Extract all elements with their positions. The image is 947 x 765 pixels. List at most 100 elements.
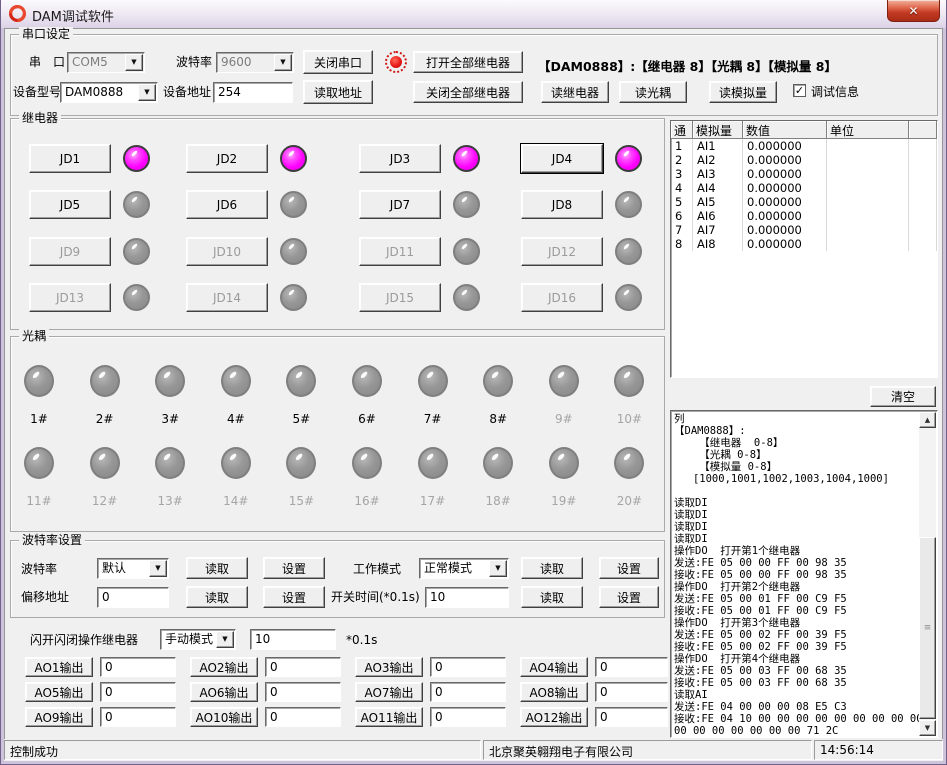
relay-button-jd4[interactable]: JD4 xyxy=(521,144,603,173)
opto-channel-6: 6# xyxy=(334,365,400,426)
read-opto-button[interactable]: 读光耦 xyxy=(619,81,687,103)
analog-col-header-0[interactable]: 通 xyxy=(671,121,693,139)
work-mode-set-button[interactable]: 设置 xyxy=(599,557,659,579)
ao-button-6[interactable]: AO6输出 xyxy=(190,682,258,702)
analog-col-header-2[interactable]: 数值 xyxy=(743,121,827,139)
relay-button-jd5[interactable]: JD5 xyxy=(29,190,111,219)
switch-time-input[interactable]: 10 xyxy=(425,587,509,608)
opto-label: 6# xyxy=(334,412,400,426)
analog-cell xyxy=(909,223,937,237)
status-time: 14:56:14 xyxy=(814,740,943,760)
offset-address-input[interactable]: 0 xyxy=(97,587,169,608)
relay-button-jd6[interactable]: JD6 xyxy=(186,190,268,219)
scroll-down-button[interactable]: ▼ xyxy=(919,720,936,736)
read-address-button[interactable]: 读取地址 xyxy=(303,80,373,104)
ao-button-7[interactable]: AO7输出 xyxy=(355,682,423,702)
relay-button-jd13[interactable]: JD13 xyxy=(29,283,111,312)
offset-set-button[interactable]: 设置 xyxy=(263,586,325,608)
port-select[interactable]: COM5 ▼ xyxy=(67,52,145,73)
close-button[interactable]: ✕ xyxy=(887,0,940,22)
ao-input-6[interactable]: 0 xyxy=(265,682,341,702)
relay-button-jd7[interactable]: JD7 xyxy=(359,190,441,219)
ao-input-3[interactable]: 0 xyxy=(430,657,506,677)
ao-input-12[interactable]: 0 xyxy=(595,707,668,727)
work-mode-read-button[interactable]: 读取 xyxy=(521,557,583,579)
relay-button-jd16[interactable]: JD16 xyxy=(521,283,603,312)
close-all-relays-button[interactable]: 关闭全部继电器 xyxy=(413,81,523,103)
ao-input-4[interactable]: 0 xyxy=(595,657,668,677)
relay-button-jd3[interactable]: JD3 xyxy=(359,144,441,173)
ao-button-9[interactable]: AO9输出 xyxy=(25,707,93,727)
log-panel[interactable]: 列 【DAM0888】: 【继电器 0-8】 【光耦 0-8】 【模拟量 0-8… xyxy=(670,410,938,738)
scrollbar-thumb[interactable]: ≡ xyxy=(919,537,936,719)
ao-button-1[interactable]: AO1输出 xyxy=(25,657,93,677)
ao-button-4[interactable]: AO4输出 xyxy=(520,657,588,677)
baud-read-button[interactable]: 读取 xyxy=(186,557,248,579)
relay-led-jd11 xyxy=(453,238,480,265)
address-input[interactable]: 254 xyxy=(213,82,293,103)
ao-button-11[interactable]: AO11输出 xyxy=(355,707,423,727)
baud-set-button[interactable]: 设置 xyxy=(263,557,325,579)
analog-col-header-1[interactable]: 模拟量 xyxy=(693,121,743,139)
switch-time-set-button[interactable]: 设置 xyxy=(599,586,659,608)
relay-button-jd9[interactable]: JD9 xyxy=(29,237,111,266)
flash-mode-select[interactable]: 手动模式 ▼ xyxy=(160,629,236,650)
relay-button-jd11[interactable]: JD11 xyxy=(359,237,441,266)
serial-group-title: 串口设定 xyxy=(19,27,73,41)
ao-input-5[interactable]: 0 xyxy=(100,682,176,702)
read-analog-button[interactable]: 读模拟量 xyxy=(709,81,777,103)
ao-input-2[interactable]: 0 xyxy=(265,657,341,677)
opto-led-11 xyxy=(24,447,54,479)
ao-input-11[interactable]: 0 xyxy=(430,707,506,727)
offset-read-button[interactable]: 读取 xyxy=(186,586,248,608)
model-select[interactable]: DAM0888 ▼ xyxy=(60,82,158,103)
ao-button-5[interactable]: AO5输出 xyxy=(25,682,93,702)
app-window: DAM调试软件 ✕ 串口设定 串 口 COM5 ▼ 波特率 9600 ▼ 关闭串… xyxy=(0,0,947,765)
ao-button-8[interactable]: AO8输出 xyxy=(520,682,588,702)
analog-cell xyxy=(827,223,909,237)
relay-led-jd15 xyxy=(453,284,480,311)
ao-button-2[interactable]: AO2输出 xyxy=(190,657,258,677)
close-port-button[interactable]: 关闭串口 xyxy=(303,50,373,74)
log-scrollbar[interactable]: ▲ ≡ ▼ xyxy=(919,412,936,736)
relay-button-jd1[interactable]: JD1 xyxy=(29,144,111,173)
relay-button-jd15[interactable]: JD15 xyxy=(359,283,441,312)
ao-button-12[interactable]: AO12输出 xyxy=(520,707,588,727)
clear-log-button[interactable]: 清空 xyxy=(870,386,936,407)
switch-time-label: 开关时间(*0.1s) xyxy=(331,590,420,605)
ao-input-1[interactable]: 0 xyxy=(100,657,176,677)
ao-button-10[interactable]: AO10输出 xyxy=(190,707,258,727)
analog-cell xyxy=(909,237,937,251)
analog-cell: 8 xyxy=(671,237,693,251)
flash-mode-value: 手动模式 xyxy=(165,632,213,646)
ao-input-9[interactable]: 0 xyxy=(100,707,176,727)
switch-time-read-button[interactable]: 读取 xyxy=(521,586,583,608)
table-row: 8AI80.000000 xyxy=(671,237,937,251)
relay-led-jd10 xyxy=(280,238,307,265)
read-relay-button[interactable]: 读继电器 xyxy=(541,81,609,103)
ao-input-10[interactable]: 0 xyxy=(265,707,341,727)
relay-button-jd8[interactable]: JD8 xyxy=(521,190,603,219)
debug-info-checkbox[interactable]: ✓ xyxy=(793,84,806,97)
relay-button-jd12[interactable]: JD12 xyxy=(521,237,603,266)
ao-input-7[interactable]: 0 xyxy=(430,682,506,702)
opto-led-19 xyxy=(549,447,579,479)
baud-select[interactable]: 9600 ▼ xyxy=(216,52,294,73)
opto-channel-15: 15# xyxy=(268,447,334,508)
analog-col-header-3[interactable]: 单位 xyxy=(827,121,909,139)
relay-button-jd10[interactable]: JD10 xyxy=(186,237,268,266)
baud-value: 9600 xyxy=(221,55,252,69)
opto-label: 18# xyxy=(465,494,531,508)
ao-input-8[interactable]: 0 xyxy=(595,682,668,702)
ao-button-3[interactable]: AO3输出 xyxy=(355,657,423,677)
open-all-relays-button[interactable]: 打开全部继电器 xyxy=(413,51,523,73)
flash-time-input[interactable]: 10 xyxy=(250,629,336,650)
relay-button-jd2[interactable]: JD2 xyxy=(186,144,268,173)
scroll-up-button[interactable]: ▲ xyxy=(919,412,936,428)
baud-rate-select[interactable]: 默认 ▼ xyxy=(97,558,169,579)
relay-button-jd14[interactable]: JD14 xyxy=(186,283,268,312)
work-mode-select[interactable]: 正常模式 ▼ xyxy=(419,558,509,579)
analog-col-header-4[interactable] xyxy=(909,121,937,139)
analog-cell xyxy=(909,139,937,153)
opto-led-12 xyxy=(90,447,120,479)
